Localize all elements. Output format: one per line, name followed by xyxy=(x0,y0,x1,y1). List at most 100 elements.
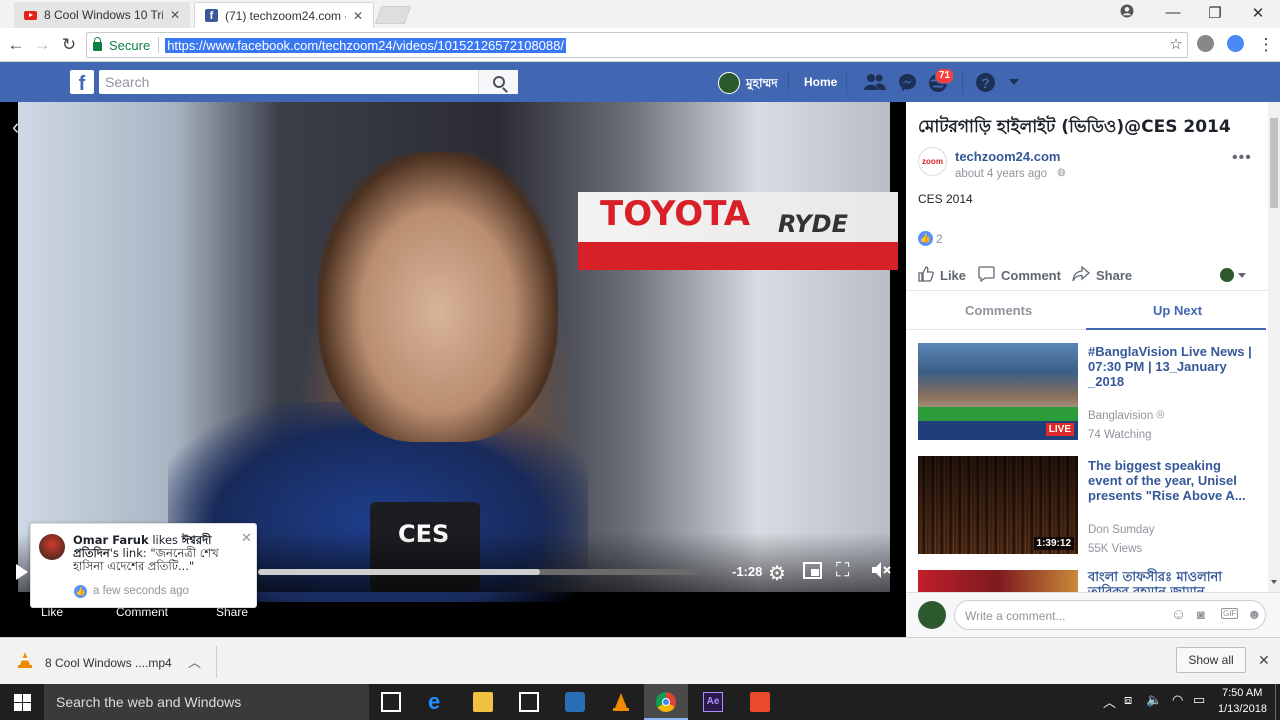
up-next-thumbnail[interactable] xyxy=(918,570,1078,592)
home-link[interactable]: Home xyxy=(804,75,837,89)
play-icon[interactable] xyxy=(16,564,28,580)
task-view-icon[interactable] xyxy=(381,692,401,712)
thumbnail-ticker xyxy=(918,407,1078,421)
audience-caret-icon[interactable] xyxy=(1238,273,1246,278)
url-field[interactable]: Secure https://www.facebook.com/techzoom… xyxy=(86,32,1188,58)
messenger-icon[interactable] xyxy=(898,73,917,95)
share-button[interactable]: Share xyxy=(1072,265,1132,285)
camera-icon[interactable]: ◙ xyxy=(1197,607,1205,622)
app-icon[interactable] xyxy=(750,692,770,712)
notification-time: a few seconds ago xyxy=(93,585,189,597)
picture-in-picture-icon[interactable] xyxy=(803,562,822,579)
wifi-icon[interactable]: ◠ xyxy=(1172,692,1183,708)
keyboard-icon[interactable]: ▭ xyxy=(1193,692,1205,708)
taskbar-date[interactable]: 1/13/2018 xyxy=(1218,703,1267,715)
sticker-icon[interactable]: ☻ xyxy=(1247,606,1262,622)
settings-gear-icon[interactable]: ⚙ xyxy=(768,561,786,586)
post-options-icon[interactable]: ••• xyxy=(1232,149,1252,167)
forward-arrow-icon[interactable]: → xyxy=(32,35,52,55)
reload-icon[interactable]: ↻ xyxy=(59,35,79,55)
sidebar-scrollbar[interactable] xyxy=(1268,102,1280,592)
scrollbar-thumb[interactable] xyxy=(1270,118,1278,208)
store-icon[interactable] xyxy=(519,692,539,712)
taskbar-time[interactable]: 7:50 AM xyxy=(1222,687,1262,699)
audience-avatar[interactable] xyxy=(1220,268,1234,282)
divider xyxy=(906,329,1086,330)
page-avatar[interactable]: zoom xyxy=(918,147,947,176)
profile-avatar[interactable] xyxy=(718,72,740,94)
search-icon xyxy=(492,76,505,88)
vlc-taskbar-icon[interactable] xyxy=(611,692,631,712)
tab-youtube[interactable]: 8 Cool Windows 10 Trick ✕ xyxy=(14,2,190,28)
windows-start-icon[interactable] xyxy=(14,694,31,714)
up-next-title[interactable]: #BanglaVision Live News | 07:30 PM | 13_… xyxy=(1088,344,1258,389)
video-progress-bar[interactable] xyxy=(258,569,698,575)
up-next-title[interactable]: বাংলা তাফসীরঃ মাওলানা তারিকুর রহমান জামা… xyxy=(1088,570,1258,592)
download-file-name[interactable]: 8 Cool Windows ....mp4 xyxy=(45,656,172,670)
scroll-down-arrow-icon[interactable] xyxy=(1271,580,1277,584)
help-question-icon[interactable]: ? xyxy=(976,73,995,92)
post-time[interactable]: about 4 years ago xyxy=(955,168,1047,180)
facebook-logo-icon[interactable]: f xyxy=(70,70,94,95)
taskbar-search-box[interactable]: Search the web and Windows xyxy=(44,684,369,720)
address-bar-row: ← → ↻ Secure https://www.facebook.com/te… xyxy=(0,28,1280,62)
mute-speaker-icon[interactable] xyxy=(871,561,891,582)
tab-facebook[interactable]: f (71) techzoom24.com - V ✕ xyxy=(194,2,374,28)
up-next-thumbnail[interactable]: 1:39:12 xyxy=(918,456,1078,554)
up-next-channel[interactable]: Don Sumday xyxy=(1088,524,1154,536)
fullscreen-icon[interactable]: ⛶ xyxy=(836,560,849,582)
gif-icon[interactable]: GIF xyxy=(1221,608,1239,619)
up-next-channel[interactable]: Banglavision xyxy=(1088,410,1153,422)
tab-title: 8 Cool Windows 10 Trick xyxy=(44,8,163,22)
up-next-thumbnail[interactable]: LIVE xyxy=(918,343,1078,440)
profile-icon[interactable] xyxy=(1117,4,1137,22)
minimize-icon[interactable]: — xyxy=(1163,4,1183,21)
reaction-count[interactable]: 2 xyxy=(936,232,943,246)
notification-toast[interactable]: Omar Faruk likes ঈশ্বরদী প্রতিদিন's link… xyxy=(30,523,257,608)
comment-input[interactable]: Write a comment... ☺ ◙ GIF ☻ xyxy=(954,600,1266,630)
show-all-downloads-button[interactable]: Show all xyxy=(1176,647,1246,673)
verified-icon: ◎ xyxy=(1156,409,1165,420)
file-explorer-icon[interactable] xyxy=(473,692,493,712)
new-tab-button[interactable] xyxy=(374,6,412,24)
extension-download-icon[interactable] xyxy=(1227,35,1244,52)
tab-comments[interactable]: Comments xyxy=(965,303,1032,318)
close-window-icon[interactable]: ✕ xyxy=(1248,4,1268,22)
app-icon[interactable] xyxy=(565,692,585,712)
up-next-title[interactable]: The biggest speaking event of the year, … xyxy=(1088,458,1258,503)
bookmark-star-icon[interactable]: ☆ xyxy=(1166,35,1186,53)
maximize-icon[interactable]: ❐ xyxy=(1205,4,1225,22)
facebook-search-input[interactable]: Search xyxy=(99,70,518,94)
like-button[interactable]: Like xyxy=(918,266,966,285)
account-menu-caret-icon[interactable] xyxy=(1009,79,1019,85)
duration-badge: 1:39:12 xyxy=(1033,537,1074,550)
comment-button[interactable]: Comment xyxy=(978,266,1061,285)
tab-close-icon[interactable]: ✕ xyxy=(353,9,363,23)
extension-icon[interactable] xyxy=(1197,35,1214,52)
chrome-taskbar-button[interactable] xyxy=(644,684,688,720)
like-reaction-icon[interactable]: 👍 xyxy=(918,231,933,246)
page-name-link[interactable]: techzoom24.com xyxy=(955,149,1060,164)
up-next-meta: 74 Watching xyxy=(1088,429,1152,441)
url-text: https://www.facebook.com/techzoom24/vide… xyxy=(165,37,566,53)
download-options-chevron-icon[interactable]: ︿ xyxy=(188,652,201,671)
tab-up-next[interactable]: Up Next xyxy=(1153,303,1202,318)
tray-overflow-icon[interactable]: ︿ xyxy=(1103,692,1116,711)
network-icon[interactable]: ⧈ xyxy=(1124,692,1132,708)
profile-name[interactable]: মুহাম্মদ xyxy=(746,75,778,95)
volume-icon[interactable]: 🔈 xyxy=(1146,692,1162,708)
show-desktop-button[interactable] xyxy=(1275,684,1280,720)
back-arrow-icon[interactable]: ← xyxy=(6,35,26,55)
close-downloads-icon[interactable]: ✕ xyxy=(1258,652,1270,669)
video-back-chevron-icon[interactable]: ‹ xyxy=(12,114,19,140)
tab-close-icon[interactable]: ✕ xyxy=(170,8,180,22)
notification-close-icon[interactable]: ✕ xyxy=(241,530,252,546)
after-effects-icon[interactable]: Ae xyxy=(703,692,723,712)
friend-requests-icon[interactable] xyxy=(864,73,886,94)
chrome-menu-icon[interactable]: ⋮ xyxy=(1256,35,1276,55)
edge-browser-icon[interactable]: e xyxy=(428,691,448,713)
emoji-icon[interactable]: ☺ xyxy=(1171,606,1186,623)
notification-text: Omar Faruk likes ঈশ্বরদী প্রতিদিন's link… xyxy=(73,534,238,573)
facebook-search-button[interactable] xyxy=(478,70,518,94)
share-arrow-icon xyxy=(1072,265,1090,285)
